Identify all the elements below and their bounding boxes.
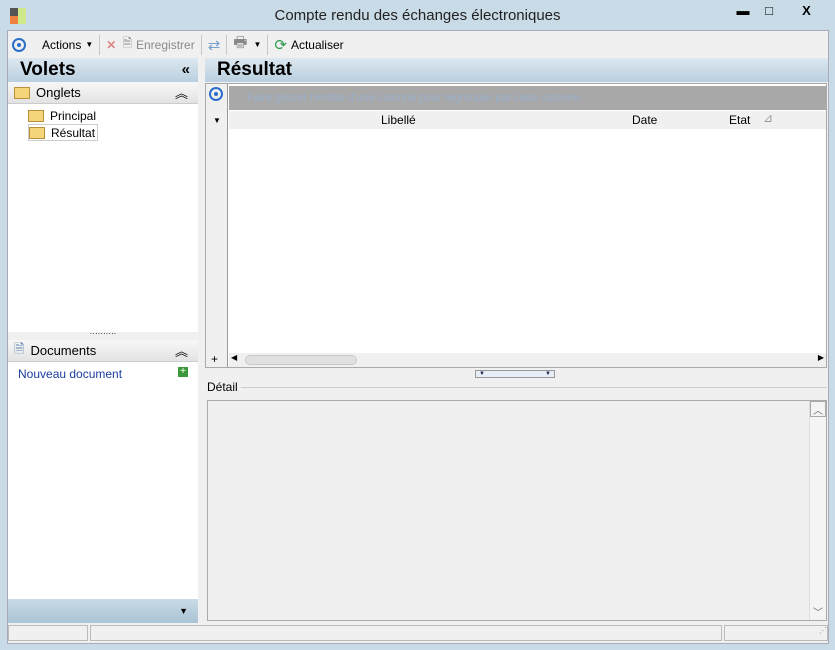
toolbar: Actions ▼ ✕ 🗎 Enregistrer ⇄ 🖶 ▼ ⟳ Actualise… bbox=[8, 31, 828, 58]
collapse-panel-button[interactable]: « bbox=[182, 58, 190, 82]
close-button[interactable]: X bbox=[784, 1, 829, 21]
add-icon[interactable]: + bbox=[178, 367, 188, 377]
grid-menu-icon[interactable] bbox=[209, 87, 223, 101]
document-icon: 🗎 bbox=[14, 340, 25, 356]
status-panel bbox=[8, 625, 88, 641]
main-panel: Résultat ▼ + Faire glisser l'entête d'un… bbox=[205, 58, 828, 623]
save-label: Enregistrer bbox=[136, 37, 195, 52]
side-panel: Volets « Onglets ︽ Principal Résultat ····… bbox=[8, 58, 198, 623]
folder-icon bbox=[14, 86, 30, 99]
new-document-link[interactable]: Nouveau document + bbox=[8, 362, 198, 386]
refresh-button[interactable]: ⟳ Actualiser bbox=[274, 36, 343, 54]
sort-icon: ⊿ bbox=[763, 111, 774, 125]
new-document-label: Nouveau document bbox=[18, 367, 123, 381]
folder-icon bbox=[28, 109, 44, 122]
column-header-date[interactable]: Date bbox=[632, 113, 657, 127]
app-menu-icon[interactable] bbox=[12, 37, 26, 52]
open-folder-icon bbox=[29, 126, 45, 139]
group-by-area[interactable]: Faire glisser l'entête d'une colonne pou… bbox=[229, 86, 826, 110]
chevron-down-icon: ▼ bbox=[85, 40, 94, 49]
sync-icon[interactable]: ⇄ bbox=[208, 36, 221, 54]
actions-menu[interactable]: Actions ▼ bbox=[42, 38, 93, 52]
print-icon[interactable]: 🖶 bbox=[233, 32, 247, 57]
scroll-left-icon[interactable]: ◀ bbox=[231, 353, 237, 362]
tree-item-label: Principal bbox=[50, 108, 97, 123]
scroll-thumb[interactable] bbox=[245, 355, 357, 365]
side-panel-title: Volets bbox=[20, 59, 76, 80]
main-panel-header: Résultat bbox=[205, 58, 828, 82]
detail-label: Détail bbox=[207, 380, 238, 394]
tree-item-principal[interactable]: Principal bbox=[28, 107, 198, 124]
column-chooser-icon[interactable]: ▼ bbox=[213, 116, 227, 125]
horizontal-scrollbar[interactable]: ◀ ▶ bbox=[229, 353, 826, 367]
grid: ▼ + Faire glisser l'entête d'une colonne… bbox=[205, 83, 827, 368]
vertical-scrollbar[interactable]: ︿ ﹀ bbox=[809, 401, 826, 620]
actions-label: Actions bbox=[42, 37, 82, 52]
tabs-section-label: Onglets bbox=[36, 85, 81, 100]
documents-section-label: Documents bbox=[30, 343, 97, 358]
scroll-down-icon[interactable]: ﹀ bbox=[810, 604, 826, 620]
maximize-button[interactable]: □ bbox=[756, 1, 782, 21]
detail-textarea[interactable]: ︿ ﹀ bbox=[207, 400, 827, 621]
minimize-button[interactable]: ▬ bbox=[730, 1, 756, 21]
add-row-icon[interactable]: + bbox=[211, 352, 218, 366]
column-header-libelle[interactable]: Libellé bbox=[381, 113, 416, 127]
side-panel-header: Volets « bbox=[8, 58, 198, 82]
scroll-up-icon[interactable]: ︿ bbox=[810, 401, 826, 417]
refresh-label: Actualiser bbox=[290, 37, 344, 52]
documents-section-header[interactable]: 🗎 Documents ︽ bbox=[8, 340, 198, 362]
grid-header: Libellé Date Etat ⊿ bbox=[229, 111, 826, 129]
print-dropdown-icon[interactable]: ▼ bbox=[253, 40, 261, 49]
delete-icon[interactable]: ✕ bbox=[106, 38, 116, 52]
collapse-section-icon[interactable]: ︽ bbox=[175, 83, 188, 102]
main-title: Résultat bbox=[217, 59, 292, 80]
scroll-right-icon[interactable]: ▶ bbox=[818, 353, 824, 362]
save-button[interactable]: 🗎 Enregistrer bbox=[122, 34, 194, 55]
collapse-section-icon[interactable]: ︽ bbox=[175, 341, 188, 360]
splitter-handle[interactable]: ·········· bbox=[8, 330, 198, 340]
client-area: Actions ▼ ✕ 🗎 Enregistrer ⇄ 🖶 ▼ ⟳ Actualise… bbox=[7, 30, 829, 644]
grid-left-bar: ▼ + bbox=[206, 84, 228, 367]
tree-item-resultat[interactable]: Résultat bbox=[28, 124, 98, 141]
window-title: Compte rendu des échanges électroniques bbox=[274, 7, 561, 24]
detail-group-label: Détail bbox=[207, 380, 827, 394]
column-header-etat[interactable]: Etat bbox=[729, 113, 750, 127]
title-bar: Compte rendu des échanges électroniques … bbox=[0, 0, 835, 30]
status-bar: ⋰ bbox=[8, 623, 828, 643]
status-panel bbox=[90, 625, 722, 641]
refresh-icon: ⟳ bbox=[274, 36, 287, 54]
side-panel-footer[interactable]: ▼ bbox=[8, 599, 198, 623]
splitter-handle[interactable]: ▼ ▼ bbox=[475, 370, 555, 378]
tabs-tree: Principal Résultat bbox=[8, 104, 198, 332]
save-icon: 🗎 bbox=[122, 36, 132, 50]
tabs-section-header[interactable]: Onglets ︽ bbox=[8, 82, 198, 104]
tree-item-label: Résultat bbox=[51, 125, 96, 140]
resize-grip-icon[interactable]: ⋰ bbox=[724, 625, 828, 641]
